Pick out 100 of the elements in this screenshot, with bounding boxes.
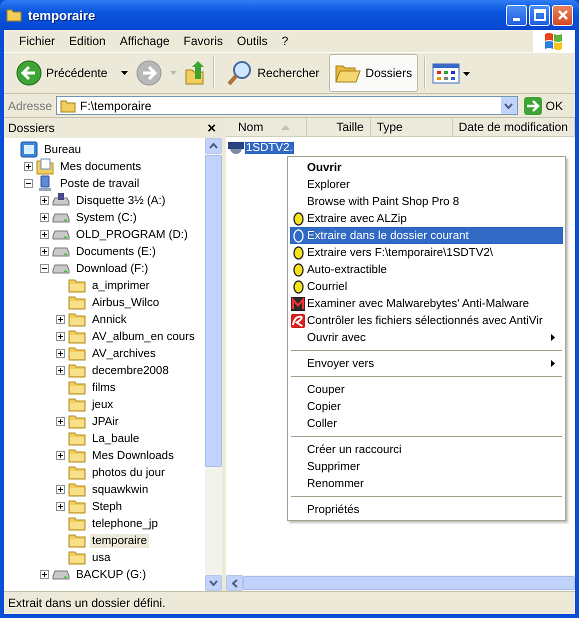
tree-item[interactable]: temporaire — [90, 534, 149, 548]
collapse-icon[interactable] — [24, 179, 33, 188]
status-text: Extrait dans un dossier défini. — [8, 596, 166, 610]
tree-item[interactable]: Poste de travail — [58, 176, 142, 190]
menu-item[interactable]: Contrôler les fichiers sélectionnés avec AntiVir — [290, 312, 563, 329]
tree-item[interactable]: photos du jour — [90, 466, 167, 480]
close-pane-button[interactable]: × — [205, 120, 218, 136]
close-button[interactable] — [552, 4, 573, 26]
tree-item[interactable]: Mes documents — [58, 160, 144, 174]
folder-icon — [68, 499, 86, 514]
menu-item[interactable]: Affichage — [112, 34, 177, 48]
scrollbar[interactable] — [226, 575, 575, 591]
tree-item[interactable]: JPAir — [90, 414, 121, 428]
expand-icon[interactable] — [56, 315, 65, 324]
tree-item[interactable]: Steph — [90, 500, 124, 514]
expand-icon[interactable] — [40, 196, 49, 205]
maximize-button[interactable] — [529, 4, 550, 26]
tree-item[interactable]: jeux — [90, 398, 116, 412]
folder-icon — [68, 329, 86, 344]
go-button[interactable]: OK — [522, 96, 571, 114]
menu-item[interactable]: Extraire avec ALZip — [290, 210, 563, 227]
tree-item[interactable]: a_imprimer — [90, 278, 152, 292]
minimize-button[interactable] — [506, 4, 527, 26]
menu-item[interactable]: Auto-extractible — [290, 261, 563, 278]
menu-item[interactable]: Extraire dans le dossier courant — [290, 227, 563, 244]
menu-item[interactable]: Favoris — [176, 34, 230, 48]
menu-item[interactable]: Explorer — [290, 176, 563, 193]
tree-item[interactable]: Mes Downloads — [90, 448, 176, 462]
tree-item[interactable]: System (C:) — [74, 210, 139, 224]
menu-item[interactable]: Fichier — [12, 34, 62, 48]
menu-item[interactable]: Edition — [62, 34, 113, 48]
column-header[interactable]: Date de modification — [452, 118, 575, 136]
menu-item[interactable]: Ouvrir — [290, 159, 563, 176]
folders-button[interactable]: Dossiers — [329, 54, 418, 92]
tree-item[interactable]: telephone_jp — [90, 516, 160, 530]
menu-item[interactable]: Ouvrir avec — [290, 329, 563, 346]
tree-item[interactable]: La_baule — [90, 432, 142, 446]
tree-item[interactable]: AV_album_en cours — [90, 330, 197, 344]
tree-item[interactable]: films — [90, 380, 118, 394]
menu-item[interactable]: Coller — [290, 415, 563, 432]
menu-item[interactable]: Outils — [230, 34, 275, 48]
tree-item[interactable]: Annick — [90, 312, 129, 326]
tree-item[interactable]: decembre2008 — [90, 364, 171, 378]
menu-item[interactable]: Couper — [290, 381, 563, 398]
expand-icon[interactable] — [56, 485, 65, 494]
coin-icon — [292, 262, 304, 276]
tree-item[interactable]: AV_archives — [90, 346, 158, 360]
back-button[interactable]: Précédente — [10, 54, 114, 92]
tree-item[interactable]: Airbus_Wilco — [90, 296, 162, 310]
expand-icon[interactable] — [56, 502, 65, 511]
folder-icon — [68, 482, 86, 497]
views-icon[interactable] — [432, 62, 472, 84]
folder-icon — [6, 8, 22, 22]
close-icon — [556, 9, 568, 21]
tree-item[interactable]: BACKUP (G:) — [74, 568, 148, 582]
expand-icon[interactable] — [40, 570, 49, 579]
column-header[interactable]: Taille — [306, 118, 371, 136]
pane-title: Dossiers — [8, 121, 55, 135]
minimize-icon — [513, 18, 520, 20]
caret-icon[interactable] — [121, 71, 128, 75]
menu-item[interactable]: Propriétés — [290, 501, 563, 518]
tree-item[interactable]: Download (F:) — [74, 262, 150, 276]
folder-icon — [68, 397, 86, 412]
menu-item[interactable]: Créer un raccourci — [290, 441, 563, 458]
menu-item[interactable]: Copier — [290, 398, 563, 415]
scrollbar[interactable] — [205, 138, 222, 591]
expand-icon[interactable] — [56, 417, 65, 426]
menu-item[interactable]: ? — [274, 34, 296, 48]
menu-item[interactable]: Envoyer vers — [290, 355, 563, 372]
menu-item[interactable]: Renommer — [290, 475, 563, 492]
dropdown-button[interactable] — [500, 97, 517, 114]
expand-icon[interactable] — [56, 366, 65, 375]
window-title: temporaire — [28, 8, 96, 22]
expand-icon[interactable] — [56, 451, 65, 460]
menu-item[interactable]: Browse with Paint Shop Pro 8 — [290, 193, 563, 210]
folder-icon — [68, 414, 86, 429]
collapse-icon[interactable] — [40, 264, 49, 273]
folder-icon — [68, 550, 86, 565]
tree-item[interactable]: OLD_PROGRAM (D:) — [74, 228, 190, 242]
tree-item[interactable]: Bureau — [42, 142, 84, 156]
menu-item[interactable]: Courriel — [290, 278, 563, 295]
file-name[interactable]: 1SDTV2. — [245, 142, 294, 154]
coin-icon — [292, 246, 304, 260]
expand-icon[interactable] — [40, 230, 49, 239]
tree-item[interactable]: Documents (E:) — [74, 244, 158, 258]
expand-icon[interactable] — [56, 332, 65, 341]
column-header[interactable]: Nom — [226, 118, 307, 136]
expand-icon[interactable] — [56, 349, 65, 358]
menu-item[interactable]: Supprimer — [290, 458, 563, 475]
column-header[interactable]: Type — [370, 118, 453, 136]
menu-item[interactable]: Extraire vers F:\temporaire\1SDTV2\ — [290, 244, 563, 261]
expand-icon[interactable] — [40, 213, 49, 222]
expand-icon[interactable] — [40, 247, 49, 256]
tree-item[interactable]: squawkwin — [90, 482, 150, 496]
tree-item[interactable]: Disquette 3½ (A:) — [74, 194, 168, 208]
menu-item[interactable]: Examiner avec Malwarebytes' Anti-Malware — [290, 295, 563, 312]
expand-icon[interactable] — [24, 162, 33, 171]
address-field[interactable]: F:\temporaire — [56, 96, 518, 115]
search-button[interactable]: Rechercher — [221, 54, 326, 92]
tree-item[interactable]: usa — [90, 550, 113, 564]
